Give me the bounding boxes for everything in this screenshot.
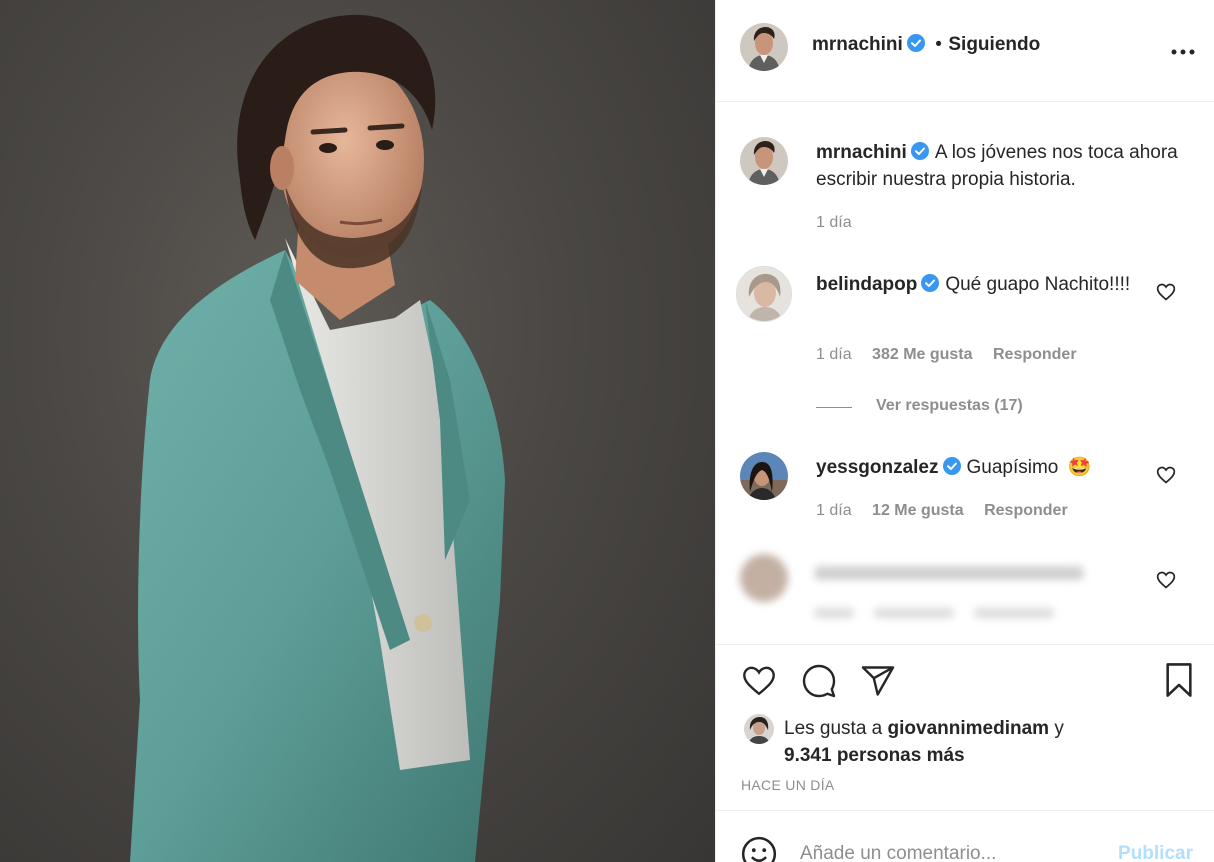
more-horizontal-icon[interactable] xyxy=(1171,44,1195,55)
caption-time[interactable]: 1 día xyxy=(816,214,852,232)
comment-composer: Publicar xyxy=(716,810,1214,862)
likes-conjunction: y xyxy=(1054,718,1064,739)
caption-username[interactable]: mrnachini xyxy=(816,142,907,163)
comment-avatar[interactable] xyxy=(736,266,792,322)
like-heart-icon[interactable] xyxy=(740,663,778,699)
replies-divider xyxy=(816,407,852,408)
post-header: mrnachini • Siguiendo xyxy=(716,0,1214,102)
comment-heart-icon[interactable] xyxy=(1156,465,1176,485)
comment-text: Qué guapo Nachito!!!! xyxy=(945,274,1131,295)
reply-button[interactable]: Responder xyxy=(993,346,1077,363)
following-button[interactable]: Siguiendo xyxy=(948,34,1040,55)
star-struck-emoji: 🤩 xyxy=(1067,456,1092,478)
verified-badge-icon xyxy=(921,273,940,292)
post-timestamp[interactable]: HACE UN DÍA xyxy=(741,777,835,793)
comment-heart-icon[interactable] xyxy=(1156,570,1176,590)
comment-likes[interactable]: 12 Me gusta xyxy=(872,502,964,519)
share-paper-plane-icon[interactable] xyxy=(860,663,896,699)
caption-avatar[interactable] xyxy=(740,137,788,185)
comment-username[interactable]: yessgonzalez xyxy=(816,457,939,478)
portrait-illustration xyxy=(130,14,505,862)
blurred-comment xyxy=(734,548,1114,646)
post-side-panel: mrnachini • Siguiendo mrnachini A los jó… xyxy=(715,0,1214,862)
comment-time[interactable]: 1 día xyxy=(816,502,852,519)
comment-text: Guapísimo xyxy=(966,457,1059,478)
liker-username[interactable]: giovannimedinam xyxy=(888,718,1050,739)
author-avatar[interactable] xyxy=(740,23,788,71)
instagram-post-modal: mrnachini • Siguiendo mrnachini A los jó… xyxy=(0,0,1214,862)
likes-others-count[interactable]: 9.341 personas más xyxy=(784,745,965,766)
caption: mrnachini A los jóvenes nos toca ahora e… xyxy=(816,139,1186,193)
save-bookmark-icon[interactable] xyxy=(1162,661,1196,699)
comment-time[interactable]: 1 día xyxy=(816,346,852,363)
post-photo[interactable] xyxy=(0,0,715,862)
comment-heart-icon[interactable] xyxy=(1156,282,1176,302)
comment-bubble-icon[interactable] xyxy=(800,663,838,699)
emoji-smiley-icon[interactable] xyxy=(740,835,778,862)
liker-avatar[interactable] xyxy=(744,714,774,744)
reply-button[interactable]: Responder xyxy=(984,502,1068,519)
comment-likes[interactable]: 382 Me gusta xyxy=(872,346,972,363)
likes-prefix: Les gusta a xyxy=(784,718,883,739)
view-replies-button[interactable]: Ver respuestas (17) xyxy=(876,397,1023,415)
comment-input[interactable] xyxy=(800,843,1100,862)
comment-meta: 1 día 12 Me gusta Responder xyxy=(816,502,1068,520)
author-username[interactable]: mrnachini xyxy=(812,34,903,55)
comment: yessgonzalez Guapísimo 🤩 xyxy=(816,454,1156,481)
post-actions: Les gusta a giovannimedinam y 9.341 pers… xyxy=(716,644,1214,794)
header-separator: • xyxy=(935,34,942,55)
comment-username[interactable]: belindapop xyxy=(816,274,917,295)
comment-meta: 1 día 382 Me gusta Responder xyxy=(816,346,1077,364)
verified-badge-icon xyxy=(906,34,925,52)
author-info: mrnachini • Siguiendo xyxy=(812,34,1040,56)
comment: belindapop Qué guapo Nachito!!!! xyxy=(816,271,1136,298)
verified-badge-icon xyxy=(942,456,961,475)
comment-avatar[interactable] xyxy=(740,452,788,500)
verified-badge-icon xyxy=(910,141,929,160)
publish-button[interactable]: Publicar xyxy=(1118,843,1193,862)
likes-summary: Les gusta a giovannimedinam y 9.341 pers… xyxy=(784,715,1064,769)
